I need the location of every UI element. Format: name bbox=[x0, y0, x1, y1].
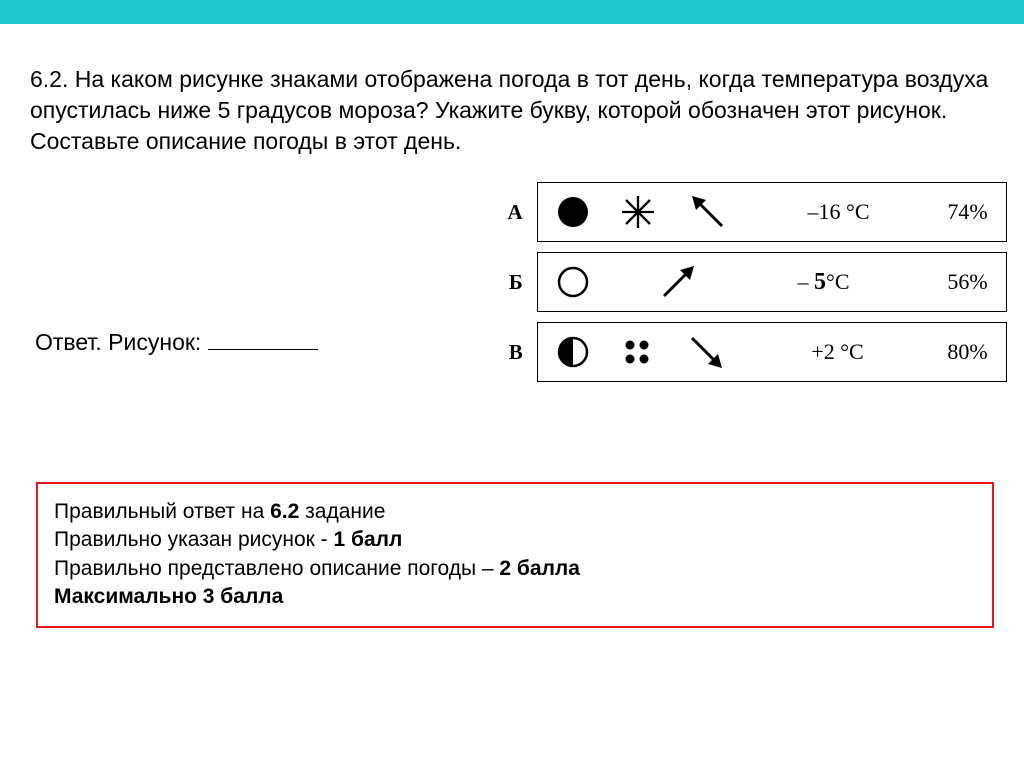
arrow-se-icon bbox=[684, 330, 728, 374]
humidity: 74% bbox=[947, 199, 987, 225]
option-letter: В bbox=[503, 340, 523, 365]
option-row-a: А bbox=[503, 182, 1007, 242]
scoring-line-1: Правильный ответ на 6.2 задание bbox=[54, 498, 976, 526]
humidity: 56% bbox=[947, 269, 987, 295]
option-box: +2 °C 80% bbox=[537, 322, 1007, 382]
half-circle-icon bbox=[556, 335, 590, 369]
icon-group bbox=[556, 260, 700, 304]
filled-circle-icon bbox=[556, 195, 590, 229]
arrow-ne-icon bbox=[656, 260, 700, 304]
option-row-v: В bbox=[503, 322, 1007, 382]
answer-label: Ответ. Рисунок: bbox=[35, 329, 318, 356]
scoring-box: Правильный ответ на 6.2 задание Правильн… bbox=[36, 482, 994, 627]
temp-prefix: – bbox=[798, 269, 815, 294]
answer-blank bbox=[208, 349, 318, 350]
temperature: – 5°C bbox=[798, 269, 850, 296]
arrow-nw-icon bbox=[686, 190, 730, 234]
temperature: +2 °C bbox=[811, 339, 863, 365]
temp-num: 5 bbox=[814, 269, 826, 295]
temp-suffix: °C bbox=[826, 269, 849, 294]
scoring-line-2: Правильно указан рисунок - 1 балл bbox=[54, 526, 976, 554]
option-box: –16 °C 74% bbox=[537, 182, 1007, 242]
snowflake-icon bbox=[620, 194, 656, 230]
option-box: – 5°C 56% bbox=[537, 252, 1007, 312]
humidity: 80% bbox=[947, 339, 987, 365]
option-letter: Б bbox=[503, 270, 523, 295]
icon-group bbox=[556, 330, 728, 374]
content-area: 6.2. На каком рисунке знаками отображена… bbox=[0, 24, 1024, 382]
scoring-line-3: Правильно представлено описание погоды –… bbox=[54, 555, 976, 583]
option-row-b: Б – 5°C bbox=[503, 252, 1007, 312]
empty-circle-icon bbox=[556, 265, 590, 299]
question-text: 6.2. На каком рисунке знаками отображена… bbox=[30, 64, 994, 157]
answer-label-text: Ответ. Рисунок: bbox=[35, 329, 208, 355]
option-letter: А bbox=[503, 200, 523, 225]
temperature: –16 °C bbox=[808, 199, 870, 225]
icon-group bbox=[556, 190, 730, 234]
four-dots-icon bbox=[620, 335, 654, 369]
header-bar bbox=[0, 0, 1024, 24]
options-list: А bbox=[503, 182, 1007, 382]
scoring-line-4: Максимально 3 балла bbox=[54, 583, 976, 611]
middle-row: Ответ. Рисунок: А bbox=[30, 182, 994, 382]
